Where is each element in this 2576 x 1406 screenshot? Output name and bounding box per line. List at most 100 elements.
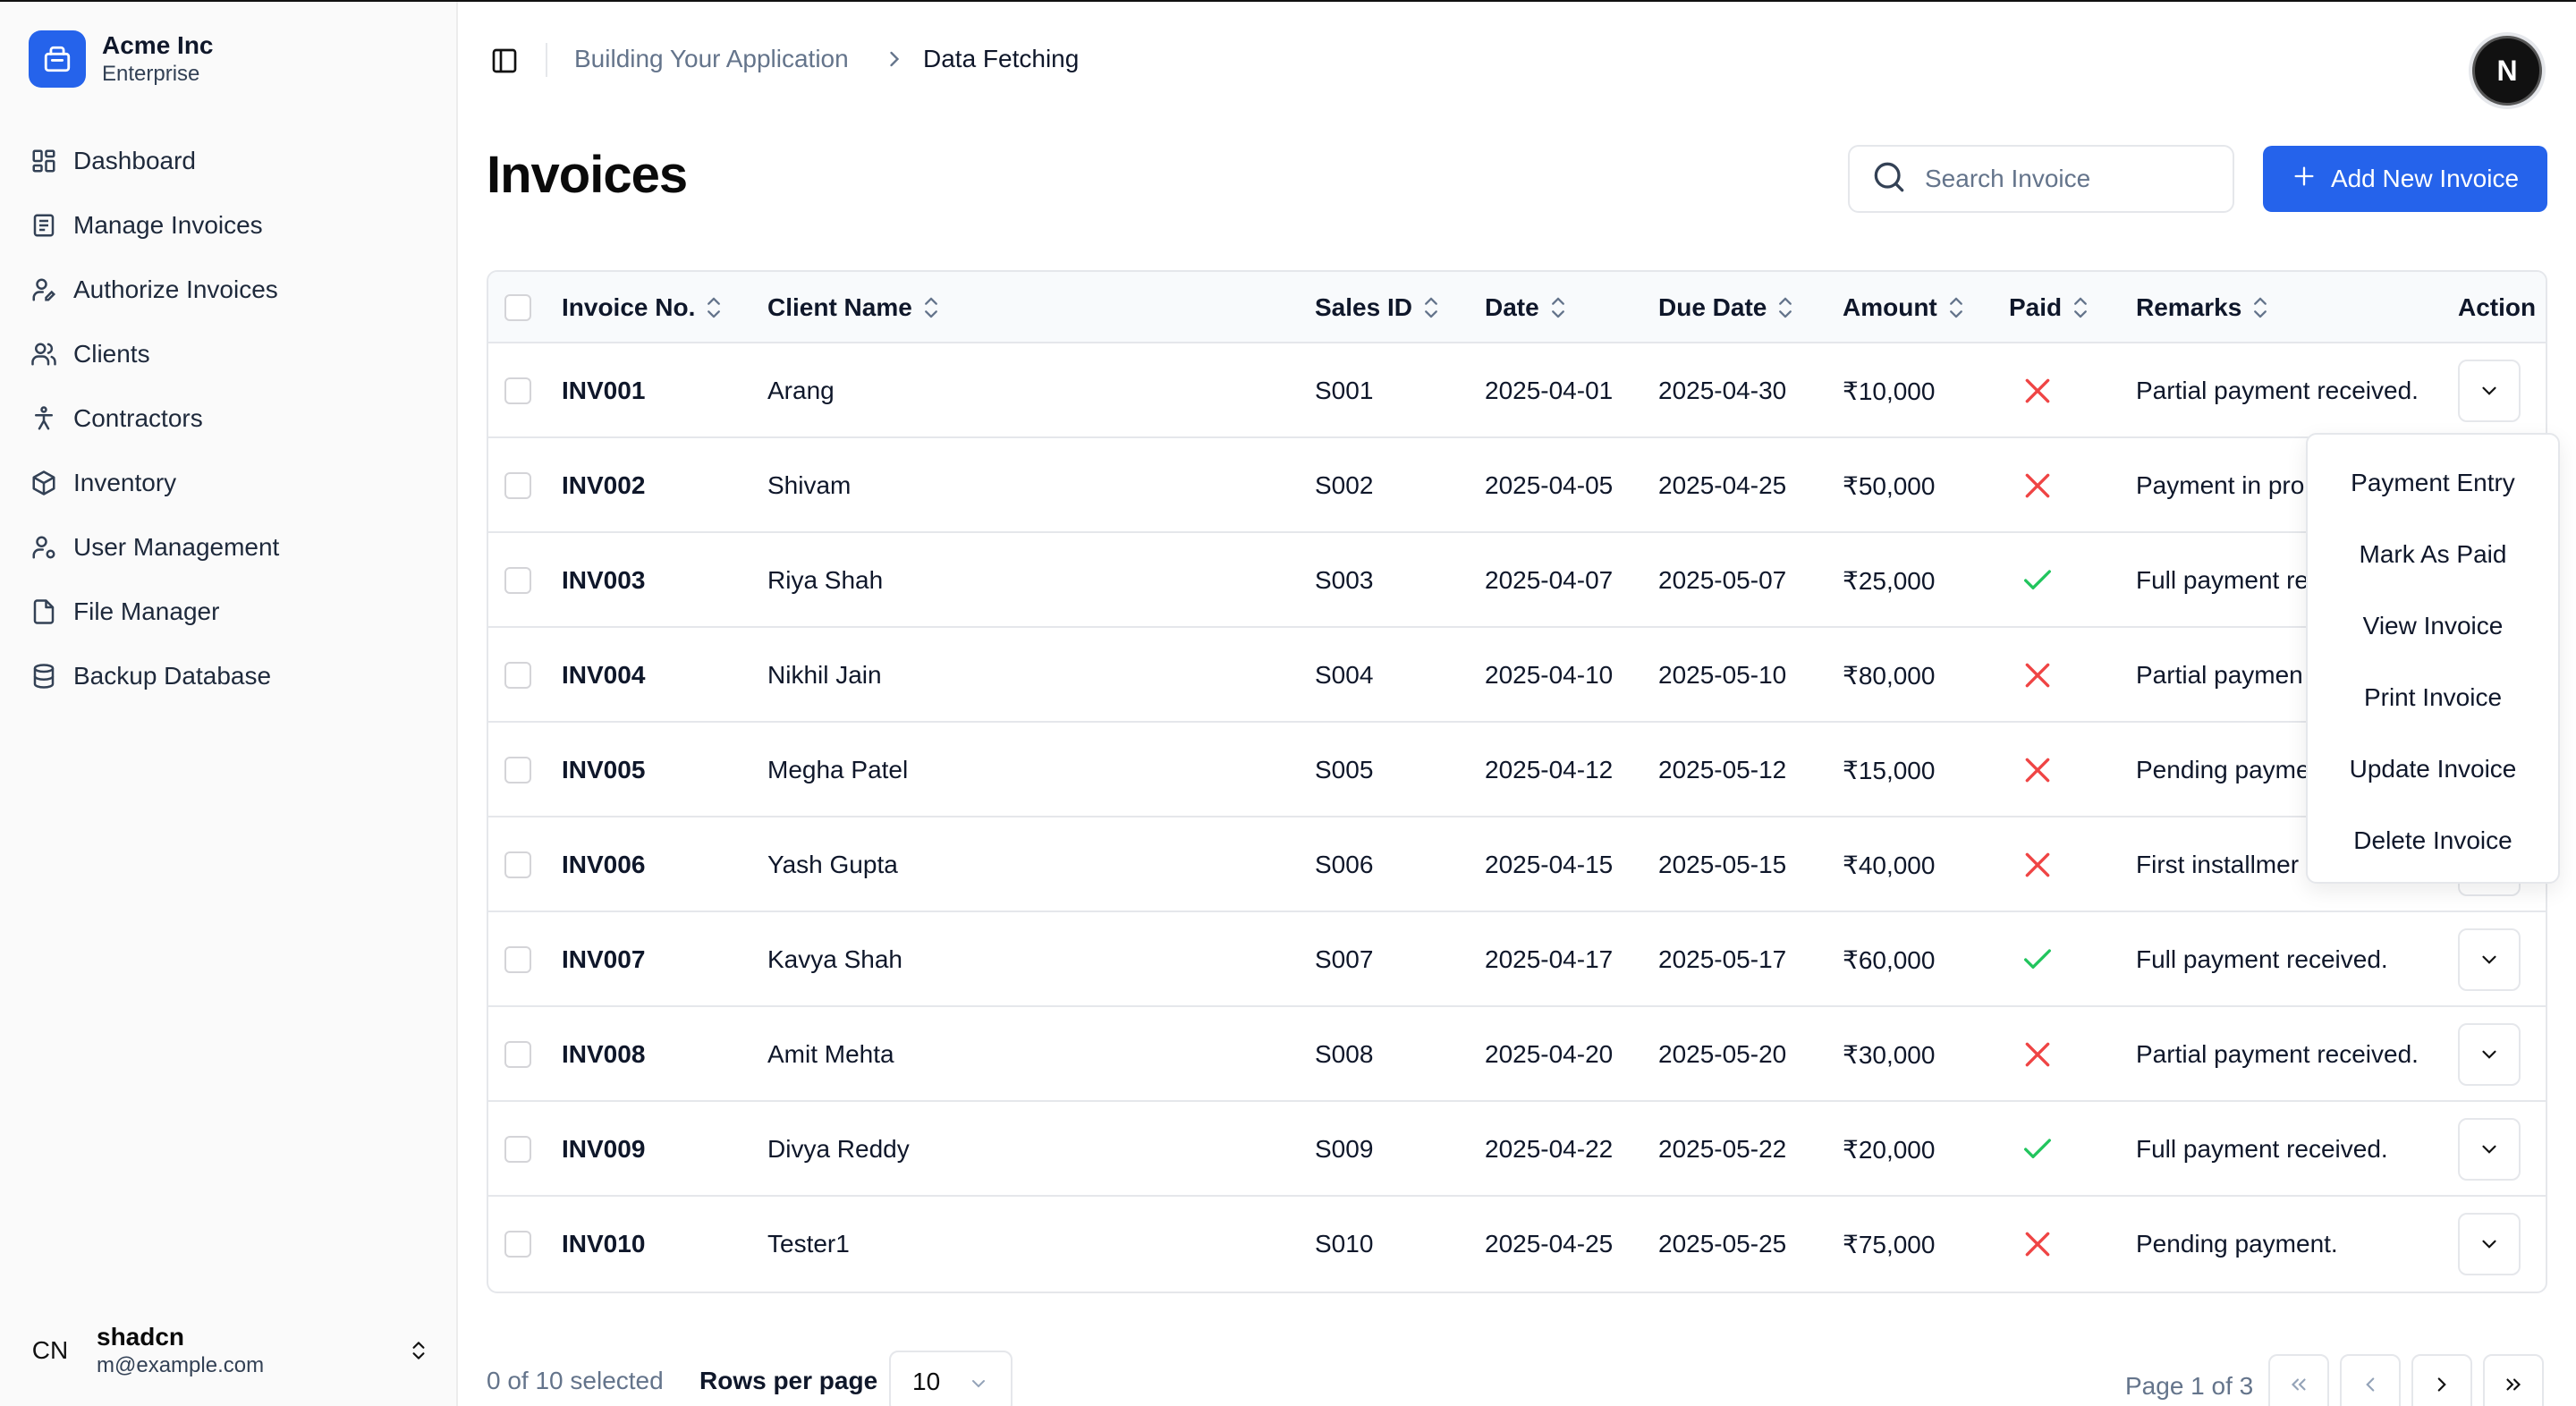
table-row[interactable]: INV009 Divya Reddy S009 2025-04-22 2025-05-2… [488, 1102, 2546, 1197]
cell-due-date: 2025-05-07 [1658, 566, 1787, 594]
table-row[interactable]: INV006 Yash Gupta S006 2025-04-15 2025-05-15… [488, 817, 2546, 912]
row-checkbox[interactable] [504, 1041, 531, 1068]
row-checkbox[interactable] [504, 757, 531, 783]
cell-amount: ₹40,000 [1843, 851, 1936, 879]
sidebar-item-clients[interactable]: Clients [27, 322, 429, 386]
sidebar-item-contractors[interactable]: Contractors [27, 386, 429, 451]
cell-date: 2025-04-17 [1485, 945, 1614, 973]
next-page-button[interactable] [2411, 1354, 2472, 1406]
cell-amount: ₹20,000 [1843, 1135, 1936, 1164]
sidebar-item-manage-invoices[interactable]: Manage Invoices [27, 193, 429, 258]
cell-invoice-no: INV005 [562, 756, 646, 783]
search-input[interactable] [1925, 165, 2211, 193]
user-menu[interactable]: CN shadcn m@example.com [21, 1315, 436, 1386]
cell-due-date: 2025-05-15 [1658, 851, 1787, 878]
sidebar-item-file-manager[interactable]: File Manager [27, 580, 429, 644]
column-remarks[interactable]: Remarks [2136, 272, 2268, 343]
cell-client-name: Tester1 [767, 1230, 850, 1258]
sidebar-item-label: File Manager [73, 597, 220, 625]
row-action-button[interactable] [2458, 1213, 2521, 1275]
row-action-button[interactable] [2458, 360, 2521, 422]
team-switcher[interactable]: Acme Inc Enterprise [29, 30, 214, 88]
breadcrumb-parent[interactable]: Building Your Application [574, 45, 849, 73]
column-client-name[interactable]: Client Name [767, 272, 939, 343]
cell-invoice-no: INV003 [562, 566, 646, 594]
row-checkbox[interactable] [504, 1231, 531, 1258]
table-row[interactable]: INV002 Shivam S002 2025-04-05 2025-04-25 ₹50,… [488, 438, 2546, 533]
cell-sales-id: S004 [1315, 661, 1374, 689]
menu-item-payment-entry[interactable]: Payment Entry [2308, 447, 2558, 519]
search-field[interactable] [1848, 145, 2234, 213]
cell-client-name: Yash Gupta [767, 851, 898, 878]
row-action-button[interactable] [2458, 1118, 2521, 1181]
table-row[interactable]: INV007 Kavya Shah S007 2025-04-17 2025-05-17… [488, 912, 2546, 1007]
sidebar-item-inventory[interactable]: Inventory [27, 451, 429, 515]
column-paid[interactable]: Paid [2009, 272, 2089, 343]
cell-client-name: Shivam [767, 471, 852, 499]
sort-icon [924, 297, 937, 318]
add-new-invoice-button[interactable]: Add New Invoice [2263, 146, 2547, 212]
sort-icon [1425, 297, 1437, 318]
chevron-right-icon [2437, 1377, 2446, 1392]
first-page-button[interactable] [2268, 1354, 2329, 1406]
x-icon [2020, 438, 2055, 533]
row-action-button[interactable] [2458, 1023, 2521, 1086]
column-invoice-no[interactable]: Invoice No. [562, 272, 722, 343]
cell-amount: ₹30,000 [1843, 1040, 1936, 1069]
row-checkbox[interactable] [504, 567, 531, 594]
menu-item-view-invoice[interactable]: View Invoice [2308, 590, 2558, 662]
column-action: Action [2458, 293, 2537, 321]
row-checkbox[interactable] [504, 851, 531, 878]
x-icon [2020, 1007, 2055, 1102]
sidebar-item-user-management[interactable]: User Management [27, 515, 429, 580]
sort-icon [2074, 297, 2088, 318]
row-checkbox[interactable] [504, 1136, 531, 1163]
table-row[interactable]: INV001 Arang S001 2025-04-01 2025-04-30 ₹10,0… [488, 343, 2546, 438]
users-icon [29, 339, 59, 369]
chevrons-left-icon [2291, 1378, 2306, 1391]
table-row[interactable]: INV003 Riya Shah S003 2025-04-07 2025-05-07 ₹… [488, 533, 2546, 628]
row-checkbox[interactable] [504, 472, 531, 499]
select-all-checkbox[interactable] [504, 294, 531, 321]
menu-item-mark-as-paid[interactable]: Mark As Paid [2308, 519, 2558, 590]
sidebar-item-dashboard[interactable]: Dashboard [27, 129, 429, 193]
sort-icon [1779, 297, 1792, 318]
previous-page-button[interactable] [2340, 1354, 2401, 1406]
cell-invoice-no: INV004 [562, 661, 646, 689]
menu-item-print-invoice[interactable]: Print Invoice [2308, 662, 2558, 733]
menu-item-update-invoice[interactable]: Update Invoice [2308, 733, 2558, 805]
sidebar-toggle-button[interactable] [487, 43, 522, 79]
table-row[interactable]: INV004 Nikhil Jain S004 2025-04-10 2025-05-1… [488, 628, 2546, 723]
column-date[interactable]: Date [1485, 272, 1566, 343]
menu-item-delete-invoice[interactable]: Delete Invoice [2308, 805, 2558, 877]
table-row[interactable]: INV005 Megha Patel S005 2025-04-12 2025-05-1… [488, 723, 2546, 817]
cell-client-name: Megha Patel [767, 756, 909, 783]
column-sales-id[interactable]: Sales ID [1315, 272, 1439, 343]
cell-client-name: Amit Mehta [767, 1040, 894, 1068]
column-due-date[interactable]: Due Date [1658, 272, 1793, 343]
sidebar-item-label: Backup Database [73, 662, 272, 690]
sidebar-item-backup-database[interactable]: Backup Database [27, 644, 429, 708]
row-action-button[interactable] [2458, 928, 2521, 991]
search-icon [1869, 157, 1909, 201]
cell-remarks: Partial paymen [2136, 661, 2303, 689]
cell-date: 2025-04-25 [1485, 1230, 1614, 1258]
avatar: CN [31, 1336, 69, 1364]
chevron-down-icon [2482, 386, 2496, 395]
cell-due-date: 2025-05-17 [1658, 945, 1787, 973]
table-row[interactable]: INV010 Tester1 S010 2025-04-25 2025-05-25 ₹75… [488, 1197, 2546, 1292]
profile-avatar[interactable]: N [2472, 36, 2542, 106]
column-amount[interactable]: Amount [1843, 272, 1964, 343]
row-checkbox[interactable] [504, 377, 531, 404]
rows-per-page-select[interactable]: 10 [889, 1351, 1013, 1406]
table-row[interactable]: INV008 Amit Mehta S008 2025-04-20 2025-05-20… [488, 1007, 2546, 1102]
package-icon [29, 468, 59, 498]
chevron-down-icon [968, 1372, 989, 1401]
last-page-button[interactable] [2483, 1354, 2544, 1406]
row-checkbox[interactable] [504, 662, 531, 689]
cell-remarks: Payment in pro [2136, 471, 2305, 499]
sidebar-item-authorize-invoices[interactable]: Authorize Invoices [27, 258, 429, 322]
row-checkbox[interactable] [504, 946, 531, 973]
invoices-table: Invoice No. Client Name Sales ID Date Du… [487, 270, 2547, 1293]
sidebar-item-label: Contractors [73, 404, 203, 432]
